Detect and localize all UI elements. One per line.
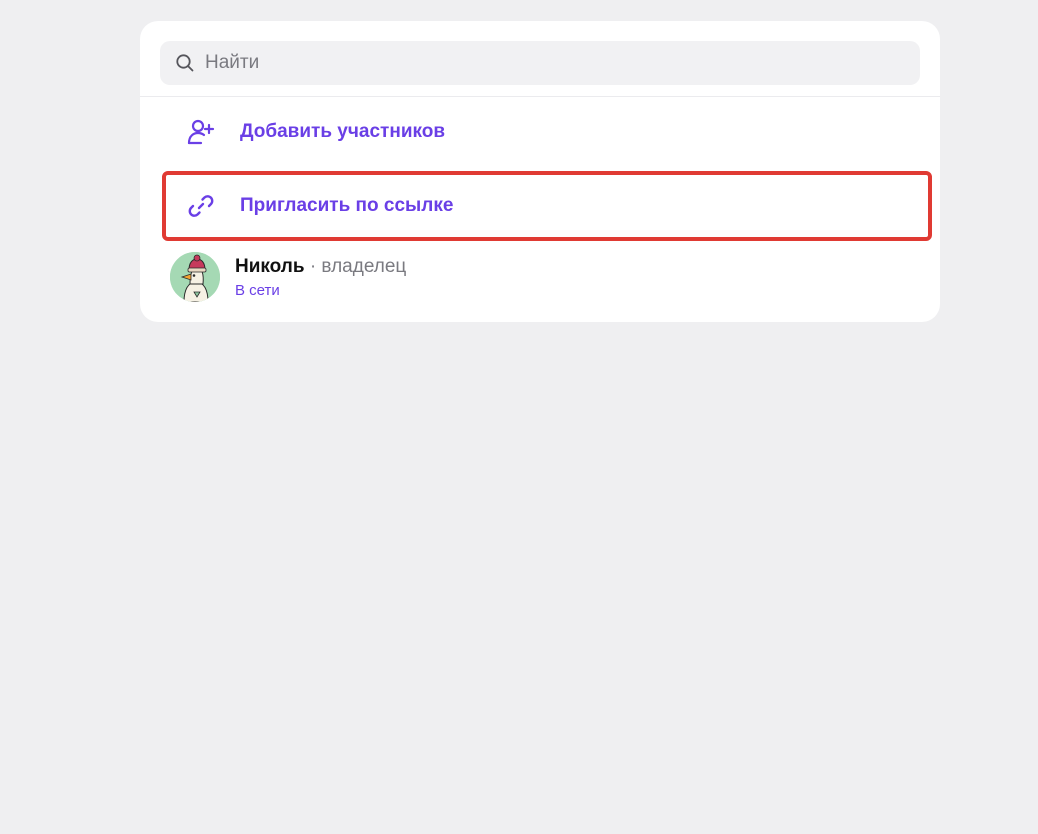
invite-by-link-button[interactable]: Пригласить по ссылке	[162, 171, 932, 241]
member-row[interactable]: Николь · владелец В сети	[170, 252, 406, 302]
members-panel: Добавить участников Пригласить по ссылке	[140, 21, 940, 322]
member-status: В сети	[235, 282, 280, 299]
search-bar[interactable]	[160, 41, 920, 85]
add-members-label: Добавить участников	[240, 121, 446, 142]
avatar	[170, 252, 220, 302]
link-icon	[186, 191, 216, 221]
member-name: Николь	[235, 256, 305, 277]
member-role: · владелец	[304, 256, 407, 277]
search-icon	[175, 53, 195, 73]
add-user-icon	[186, 117, 216, 147]
invite-by-link-label: Пригласить по ссылке	[240, 195, 454, 216]
search-input[interactable]	[205, 52, 885, 74]
add-members-button[interactable]: Добавить участников	[162, 97, 932, 167]
